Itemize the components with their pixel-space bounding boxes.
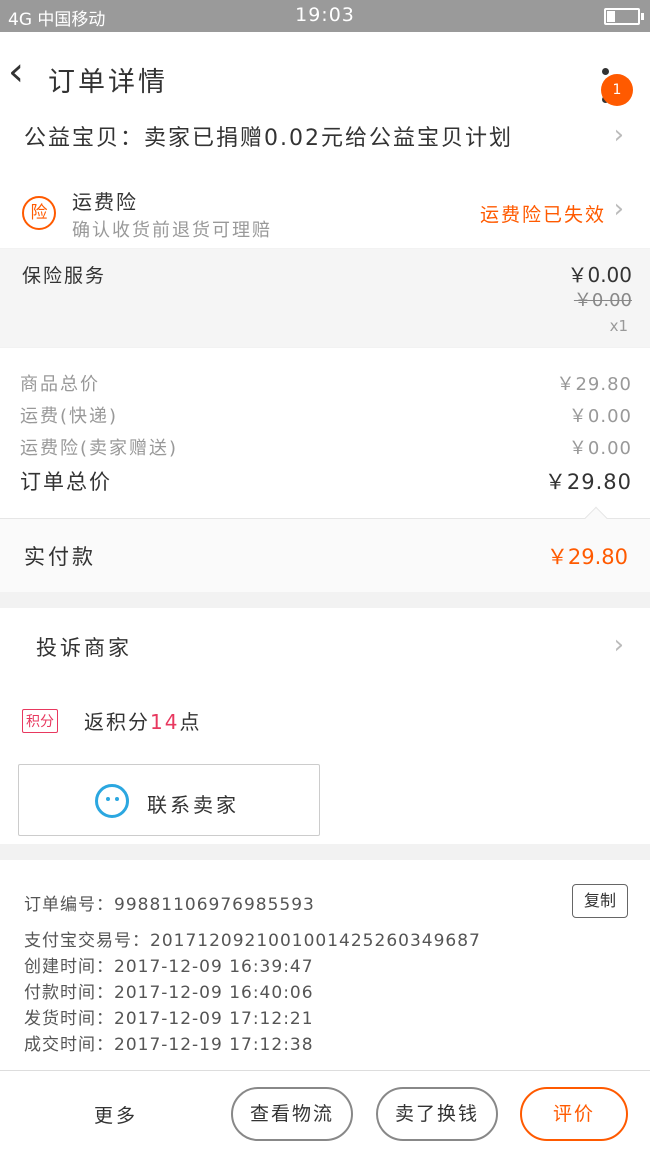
freight-insurance-name: 运费险 xyxy=(72,190,138,214)
summary-value: ￥0.00 xyxy=(568,406,632,427)
charity-row[interactable]: 公益宝贝：卖家已捐赠0.02元给公益宝贝计划 › xyxy=(0,120,650,168)
clock: 19:03 xyxy=(295,4,355,26)
created-time: 创建时间：2017-12-09 16:39:47 xyxy=(24,957,314,977)
contact-seller-button[interactable]: 联系卖家 xyxy=(18,764,320,836)
order-number: 订单编号：99881106976985593 xyxy=(24,895,315,915)
shipped-time: 发货时间：2017-12-09 17:12:21 xyxy=(24,1009,314,1029)
alipay-trade-number: 支付宝交易号：2017120921001001425260349687 xyxy=(24,931,481,951)
chat-face-icon xyxy=(95,784,129,818)
points-section: 积分 返积分14点 联系卖家 xyxy=(0,684,650,844)
summary-label: 运费(快递) xyxy=(20,406,119,427)
charity-text: 公益宝贝：卖家已捐赠0.02元给公益宝贝计划 xyxy=(24,126,513,151)
order-info: 订单编号：99881106976985593 复制 支付宝交易号：2017120… xyxy=(0,860,650,1070)
paid-time: 付款时间：2017-12-09 16:40:06 xyxy=(24,983,314,1003)
completed-time: 成交时间：2017-12-19 17:12:38 xyxy=(24,1035,314,1055)
page-title: 订单详情 xyxy=(48,67,168,98)
summary-value: ￥0.00 xyxy=(568,438,632,459)
summary-row: 运费(快递) ￥0.00 xyxy=(20,402,632,428)
summary-value: ￥29.80 xyxy=(556,374,632,395)
contact-seller-label: 联系卖家 xyxy=(147,793,239,817)
actual-payment-amount: ￥29.80 xyxy=(546,545,628,569)
actual-payment-row: 实付款 ￥29.80 xyxy=(0,506,650,592)
points-tag: 积分 xyxy=(22,709,58,733)
complain-seller-label: 投诉商家 xyxy=(36,636,132,660)
insurance-service-price: ￥0.00 xyxy=(567,263,632,287)
points-prefix: 返积分 xyxy=(84,710,150,734)
points-number: 14 xyxy=(150,710,180,734)
actual-payment-label: 实付款 xyxy=(24,545,96,569)
points-text: 返积分14点 xyxy=(84,706,201,735)
battery-icon xyxy=(604,8,644,25)
insurance-service-name: 保险服务 xyxy=(22,265,107,287)
summary-label: 运费险(卖家赠送) xyxy=(20,438,179,459)
summary-row: 商品总价 ￥29.80 xyxy=(20,370,632,396)
order-total-value: ￥29.80 xyxy=(544,470,632,494)
bottom-action-bar: 更多 查看物流 卖了换钱 评价 xyxy=(0,1070,650,1155)
order-total-label: 订单总价 xyxy=(20,470,112,494)
freight-insurance-status: 运费险已失效 xyxy=(479,204,606,226)
insurance-service-quantity: x1 xyxy=(609,317,628,335)
resell-button[interactable]: 卖了换钱 xyxy=(376,1087,498,1141)
insurance-service-row: 保险服务 ￥0.00 ￥0.00 x1 xyxy=(0,249,650,347)
points-suffix: 点 xyxy=(179,710,202,734)
chevron-right-icon: › xyxy=(613,194,624,224)
more-button[interactable]: 更多 xyxy=(94,1101,138,1128)
insurance-service-original-price: ￥0.00 xyxy=(573,290,632,311)
insurance-icon: 险 xyxy=(22,196,56,230)
back-arrow-icon[interactable]: ‹ xyxy=(8,52,24,92)
view-logistics-button[interactable]: 查看物流 xyxy=(231,1087,353,1141)
price-summary: 商品总价 ￥29.80 运费(快递) ￥0.00 运费险(卖家赠送) ￥0.00… xyxy=(0,348,650,518)
freight-insurance-subtitle: 确认收货前退货可理赔 xyxy=(72,220,272,241)
nav-bar: ‹ 订单详情 1 xyxy=(0,32,650,120)
freight-insurance-row[interactable]: 险 运费险 确认收货前退货可理赔 运费险已失效 › xyxy=(0,168,650,248)
summary-row: 运费险(卖家赠送) ￥0.00 xyxy=(20,434,632,460)
status-bar: 4G 中国移动 19:03 xyxy=(0,0,650,32)
chevron-right-icon: › xyxy=(613,120,624,150)
order-total-row: 订单总价 ￥29.80 xyxy=(20,466,632,496)
complain-seller-row[interactable]: 投诉商家 › xyxy=(0,608,650,684)
copy-button[interactable]: 复制 xyxy=(572,884,628,918)
review-button[interactable]: 评价 xyxy=(520,1087,628,1141)
notification-badge: 1 xyxy=(601,74,633,106)
summary-label: 商品总价 xyxy=(20,374,100,395)
chevron-right-icon: › xyxy=(613,630,624,660)
